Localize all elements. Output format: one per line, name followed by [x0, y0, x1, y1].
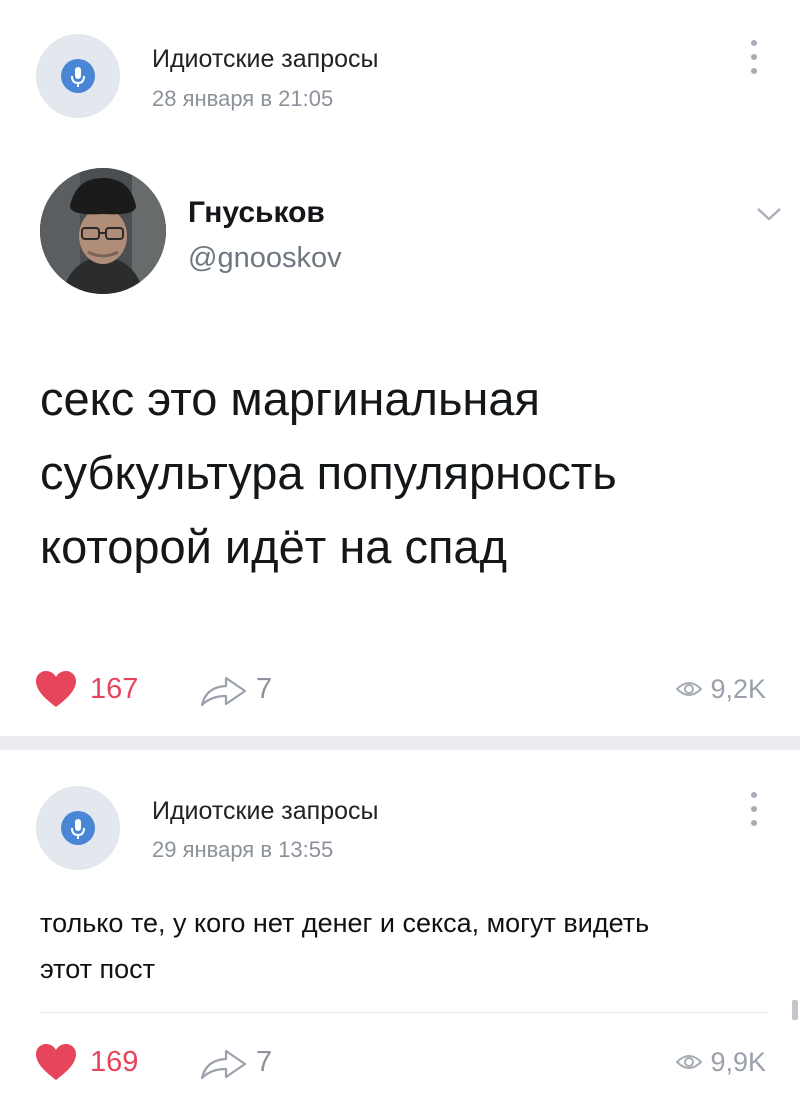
tweet-text: секс это маргинальная субкультура популя… — [40, 362, 760, 584]
heart-icon — [36, 1044, 76, 1080]
eye-icon — [676, 682, 703, 696]
share-button[interactable]: 7 — [198, 664, 272, 714]
post-text: только те, у кого нет денег и секса, мог… — [40, 900, 770, 992]
share-count: 7 — [256, 672, 273, 705]
views-count: 9,2K — [710, 673, 766, 704]
views-counter: 9,9K — [676, 1037, 766, 1087]
eye-icon — [676, 1055, 703, 1069]
views-count: 9,9K — [710, 1046, 766, 1077]
tweet-author-name[interactable]: Гнуськов — [188, 196, 325, 230]
scrollbar-thumb[interactable] — [792, 1000, 798, 1020]
group-name[interactable]: Идиотские запросы — [152, 45, 378, 74]
share-arrow-icon — [200, 676, 247, 707]
post-actions: 167 7 9,2K — [0, 664, 800, 714]
like-button[interactable]: 167 — [34, 664, 138, 714]
views-counter: 9,2K — [676, 664, 766, 714]
share-count: 7 — [256, 1045, 273, 1078]
actions-divider — [40, 1012, 768, 1013]
group-avatar[interactable] — [36, 34, 120, 118]
like-count: 169 — [90, 1045, 139, 1078]
tweet-text-line: которой идёт на спад — [40, 520, 507, 573]
tweet-author-handle[interactable]: @gnooskov — [188, 242, 342, 275]
post-separator — [0, 736, 800, 750]
share-button[interactable]: 7 — [198, 1037, 272, 1087]
more-vertical-icon[interactable] — [744, 36, 764, 80]
tweet-text-line: субкультура популярность — [40, 446, 617, 499]
tweet-author-avatar — [40, 168, 166, 294]
group-avatar[interactable] — [36, 786, 120, 870]
post-text-line: этот пост — [40, 954, 156, 984]
post-date[interactable]: 29 января в 13:55 — [152, 837, 333, 863]
microphone-icon — [61, 811, 95, 845]
share-arrow-icon — [200, 1049, 247, 1080]
heart-icon — [36, 671, 76, 707]
more-vertical-icon[interactable] — [744, 788, 764, 832]
tweet-text-line: секс это маргинальная — [40, 372, 540, 425]
microphone-icon — [61, 59, 95, 93]
post-text-line: только те, у кого нет денег и секса, мог… — [40, 908, 650, 938]
post-1: Идиотские запросы 28 января в 21:05 Гнус… — [0, 0, 800, 736]
post-actions: 169 7 9,9K — [0, 1037, 800, 1087]
like-count: 167 — [90, 672, 139, 705]
chevron-down-icon[interactable] — [754, 202, 784, 226]
like-button[interactable]: 169 — [34, 1037, 138, 1087]
group-name[interactable]: Идиотские запросы — [152, 797, 378, 826]
post-date[interactable]: 28 января в 21:05 — [152, 86, 333, 112]
